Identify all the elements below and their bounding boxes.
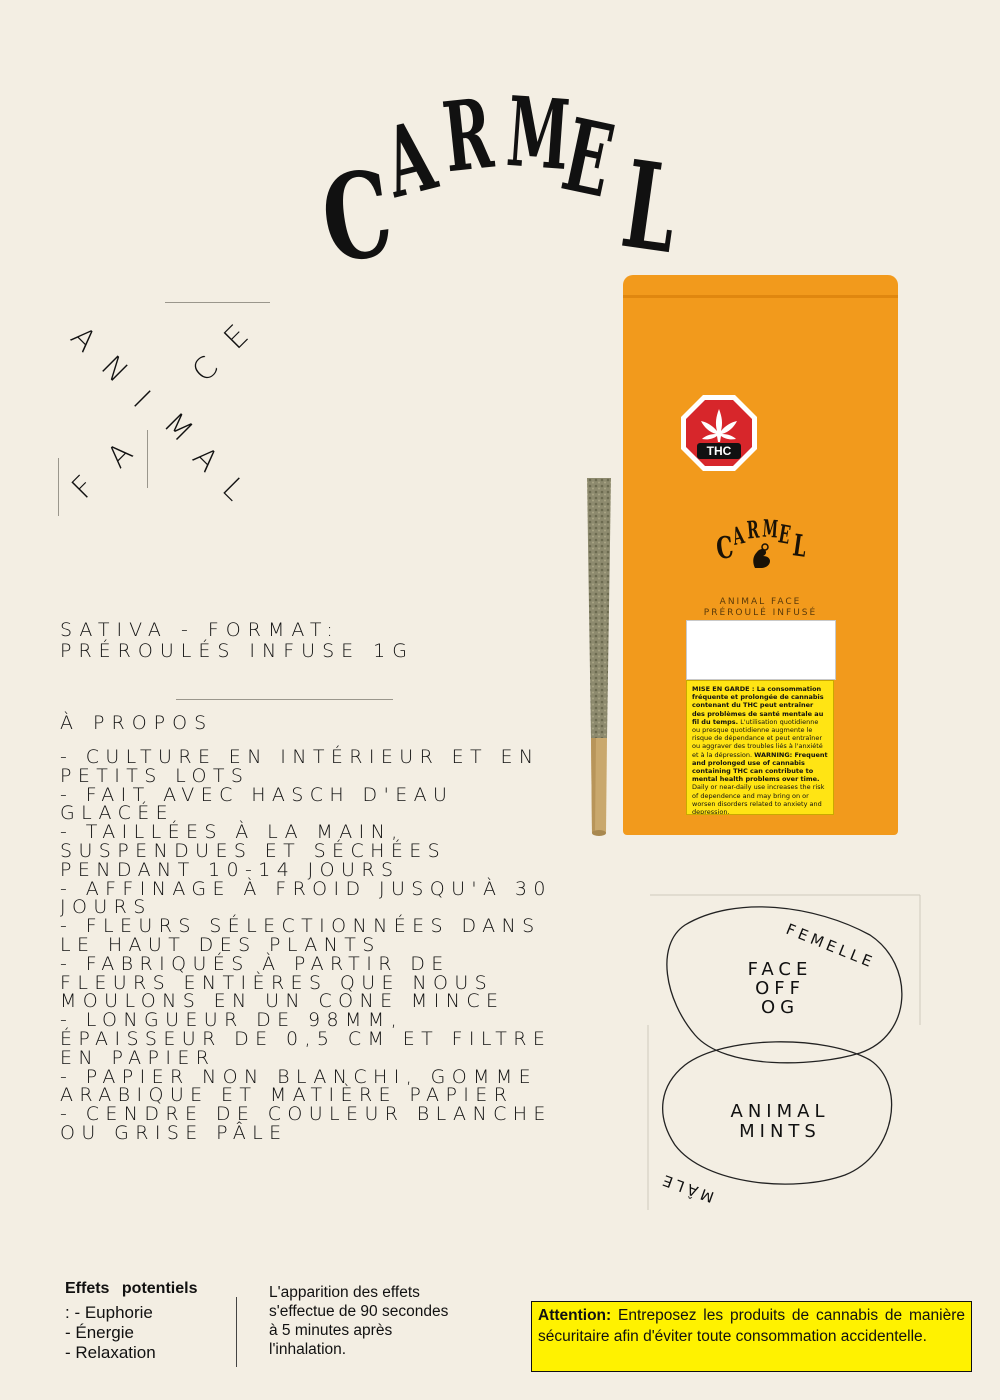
about-item: - Longueur de 98mm, épaisseur de 0,5 cm … <box>60 1009 552 1069</box>
face-letter: E <box>217 318 256 357</box>
about-item: - Culture en intérieur et en petits lots <box>60 746 540 787</box>
carmel-logo: C A R M E L <box>310 70 700 290</box>
about-item: - Taillées à la main, suspendues et séch… <box>60 821 447 881</box>
effects-heading: Effets potentiels <box>65 1280 198 1297</box>
about-heading: À propos <box>60 712 214 734</box>
about-item: - Fleurs sélectionnées dans le haut des … <box>60 915 541 956</box>
animal-letter: A <box>185 439 225 480</box>
bag-logo-letter: M <box>761 513 780 544</box>
effect-item: : - Euphorie <box>65 1303 153 1322</box>
hand-icon <box>753 543 770 568</box>
about-item: - Affinage à froid jusqu'à 30 jours <box>60 877 552 919</box>
logo-letter: R <box>438 76 498 195</box>
face-letter: C <box>185 349 226 390</box>
product-package-image: THC C A R M E L Animal Face Préroulé inf… <box>623 275 898 835</box>
thc-warning-icon: THC <box>681 395 757 471</box>
face-letter: F <box>65 469 103 506</box>
product-format-value: Préroulés infuse 1g <box>60 640 414 662</box>
divider <box>165 302 270 303</box>
zip-seal <box>623 295 898 298</box>
divider <box>58 458 59 516</box>
animal-letter: N <box>93 349 135 390</box>
animal-letter: L <box>215 471 252 508</box>
preroll-joint-image <box>587 478 611 836</box>
section-divider <box>176 699 393 700</box>
effects-divider <box>236 1297 237 1367</box>
divider <box>147 430 148 488</box>
effects-list: : - Euphorie - Énergie - Relaxation <box>65 1303 156 1363</box>
warning-en: Daily or near-daily use increases the ri… <box>692 783 825 815</box>
bag-logo: C A R M E L <box>713 512 813 572</box>
logo-letter: C <box>313 142 401 291</box>
male-strain-line: ANIMAL <box>731 1101 830 1122</box>
logo-letter: L <box>614 134 686 281</box>
about-item: - Fabriqués à partir de fleurs entières … <box>60 952 505 1013</box>
about-item: - Papier non blanchi, gomme arabique et … <box>60 1065 538 1107</box>
effect-item: - Énergie <box>65 1323 134 1342</box>
male-label: MÂLE <box>656 1170 716 1207</box>
female-strain-line: FACE <box>748 959 813 980</box>
health-warning-label: MISE EN GARDE : La consommation fréquent… <box>686 680 834 815</box>
product-type: Sativa - Format: <box>60 619 340 641</box>
male-strain-line: MINTS <box>739 1121 821 1142</box>
animal-letter: M <box>156 405 200 450</box>
attention-box: Attention: Entreposez les produits de ca… <box>531 1301 972 1372</box>
thc-label: THC <box>707 444 732 458</box>
animal-letter: I <box>125 383 157 416</box>
bag-logo-letter: L <box>790 528 809 565</box>
about-list: - Culture en intérieur et en petits lots… <box>60 748 560 1143</box>
strain-title: A N I M A L F A C E <box>55 300 285 520</box>
bag-product-name: Animal Face <box>719 597 802 607</box>
bag-logo-letter: E <box>776 519 793 550</box>
genetics-diagram: FEMELLE FACE OFF OG ANIMAL MINTS MÂLE <box>647 894 921 1210</box>
female-strain-line: OFF <box>755 978 805 999</box>
bag-product-type: Préroulé infusé <box>703 608 818 618</box>
animal-letter: A <box>63 319 103 360</box>
about-item: - Fait avec hasch d'eau glacée <box>60 783 454 825</box>
bag-label-area <box>686 620 836 680</box>
attention-label: Attention: <box>538 1307 612 1324</box>
effect-item: - Relaxation <box>65 1343 156 1362</box>
female-strain-line: OG <box>761 997 799 1018</box>
onset-text: L'apparition des effets s'effectue de 90… <box>269 1284 449 1358</box>
face-letter: A <box>100 435 140 476</box>
about-item: - Cendre de couleur blanche ou grise pâl… <box>60 1103 552 1144</box>
product-format: Sativa - Format: Préroulés infuse 1g <box>60 620 414 662</box>
bag-logo-letter: R <box>745 514 761 545</box>
